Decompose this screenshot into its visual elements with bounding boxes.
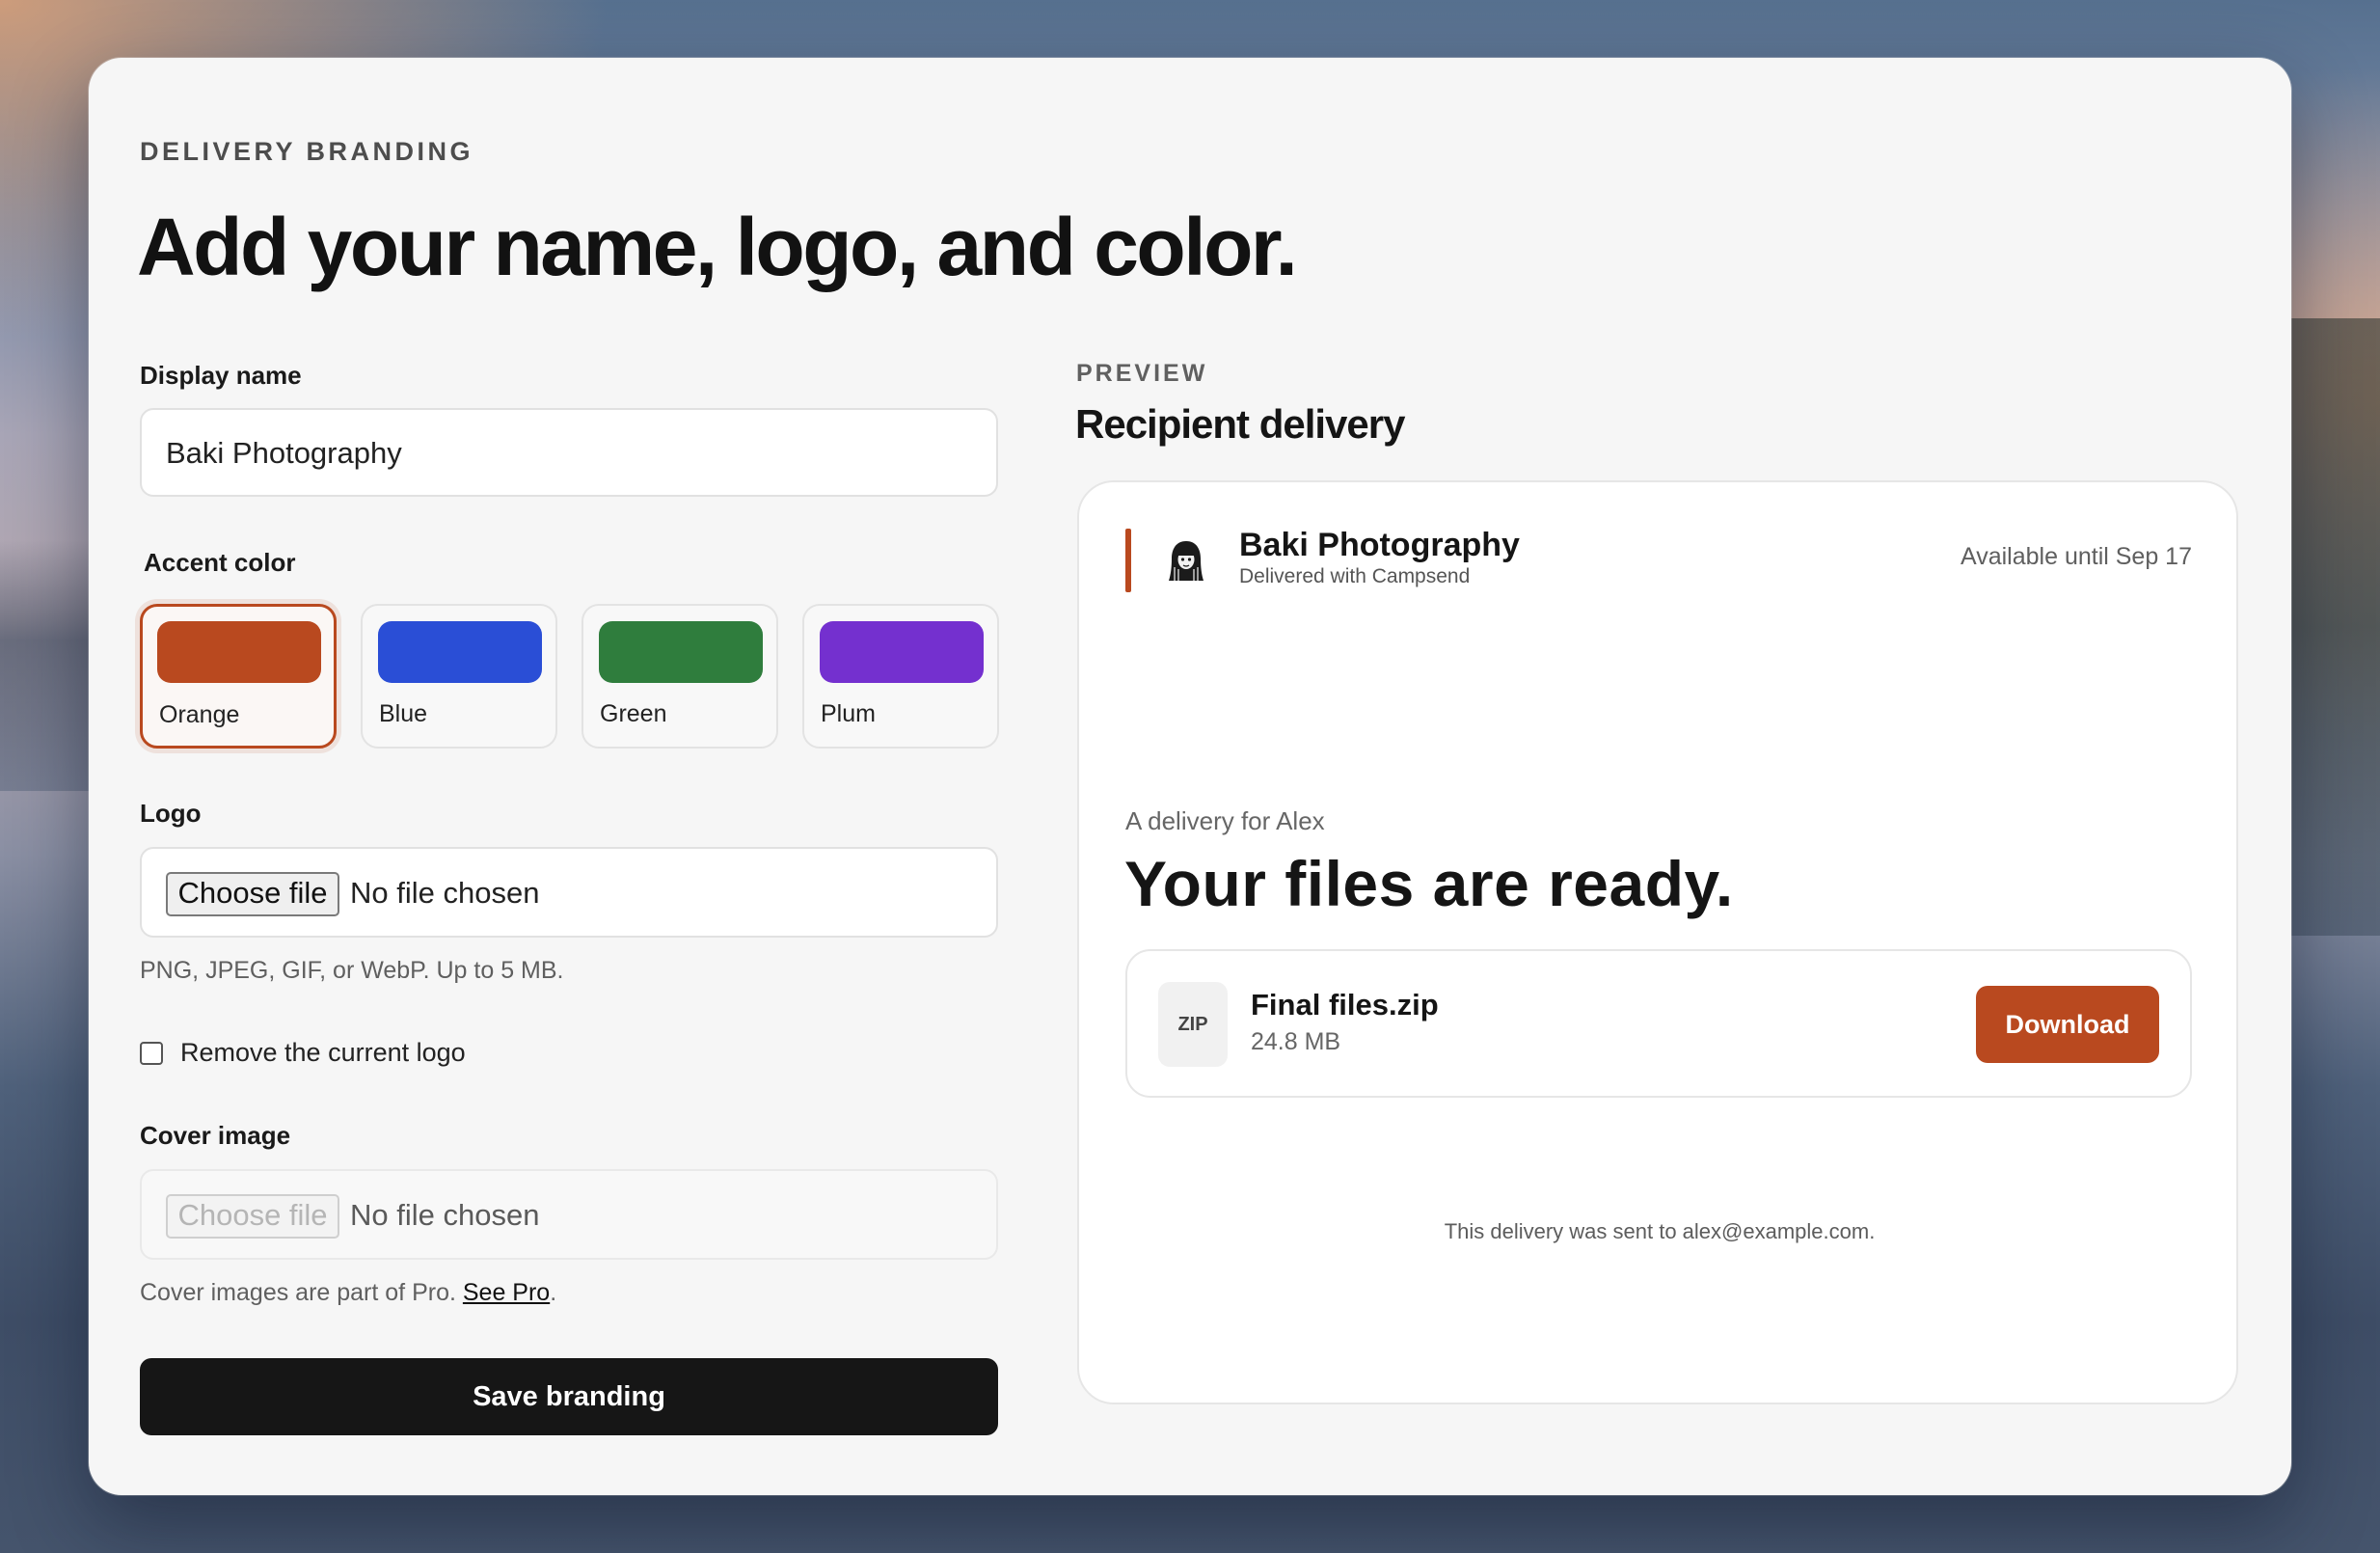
file-size: 24.8 MB xyxy=(1251,1028,1341,1055)
swatch-label: Orange xyxy=(159,701,240,728)
swatch-green[interactable]: Green xyxy=(581,604,778,749)
save-branding-button[interactable]: Save branding xyxy=(140,1358,998,1435)
swatch-blue[interactable]: Blue xyxy=(361,604,557,749)
download-button[interactable]: Download xyxy=(1976,986,2159,1063)
swatch-label: Green xyxy=(600,700,667,727)
swatch-chip-blue xyxy=(378,621,542,683)
remove-logo-label[interactable]: Remove the current logo xyxy=(180,1038,466,1068)
file-row: ZIP Final files.zip 24.8 MB Download xyxy=(1125,949,2192,1098)
preview-card: Baki Photography Delivered with Campsend… xyxy=(1077,480,2238,1404)
cover-file-status: No file chosen xyxy=(350,1198,540,1232)
swatch-orange[interactable]: Orange xyxy=(140,604,337,749)
preview-brand-name: Baki Photography xyxy=(1239,527,1520,563)
see-pro-link[interactable]: See Pro xyxy=(463,1279,550,1306)
cover-hint-end: . xyxy=(550,1279,557,1306)
cover-choose-file-button: Choose file xyxy=(166,1194,339,1239)
section-eyebrow: DELIVERY BRANDING xyxy=(140,137,474,166)
display-name-field[interactable]: Baki Photography xyxy=(140,408,998,497)
logo-file-status: No file chosen xyxy=(350,876,540,910)
file-name: Final files.zip xyxy=(1251,988,1439,1022)
swatch-chip-plum xyxy=(820,621,984,683)
cover-file-input: Choose file No file chosen xyxy=(140,1169,998,1260)
cover-hint-text: Cover images are part of Pro. xyxy=(140,1279,456,1306)
cover-hint: Cover images are part of Pro. See Pro. xyxy=(140,1279,556,1307)
sent-to-note: This delivery was sent to alex@example.c… xyxy=(1444,1219,1876,1243)
swatch-chip-orange xyxy=(157,621,321,683)
photographer-avatar-icon xyxy=(1169,541,1204,581)
delivery-recipient-label: A delivery for Alex xyxy=(1125,806,1325,835)
cover-image-label: Cover image xyxy=(140,1121,291,1150)
zip-file-icon: ZIP xyxy=(1158,982,1228,1067)
logo-label: Logo xyxy=(140,799,202,828)
accent-bar xyxy=(1125,529,1131,592)
logo-hint: PNG, JPEG, GIF, or WebP. Up to 5 MB. xyxy=(140,957,564,984)
preview-eyebrow: PREVIEW xyxy=(1076,360,1208,387)
display-name-label: Display name xyxy=(140,361,302,390)
preview-title: Recipient delivery xyxy=(1075,401,1405,447)
accent-color-label: Accent color xyxy=(144,548,296,577)
page-title: Add your name, logo, and color. xyxy=(137,202,1298,292)
swatch-label: Plum xyxy=(821,700,876,727)
files-ready-headline: Your files are ready. xyxy=(1124,848,1734,919)
remove-logo-checkbox[interactable] xyxy=(140,1042,163,1065)
preview-brand-subtitle: Delivered with Campsend xyxy=(1239,565,1471,587)
branding-panel: DELIVERY BRANDING Add your name, logo, a… xyxy=(89,58,2291,1495)
availability-text: Available until Sep 17 xyxy=(1961,543,2192,570)
swatch-chip-green xyxy=(599,621,763,683)
swatch-plum[interactable]: Plum xyxy=(802,604,999,749)
swatch-label: Blue xyxy=(379,700,428,727)
logo-choose-file-button[interactable]: Choose file xyxy=(166,872,339,916)
display-name-value: Baki Photography xyxy=(166,436,402,470)
logo-file-input: Choose file No file chosen xyxy=(140,847,998,938)
